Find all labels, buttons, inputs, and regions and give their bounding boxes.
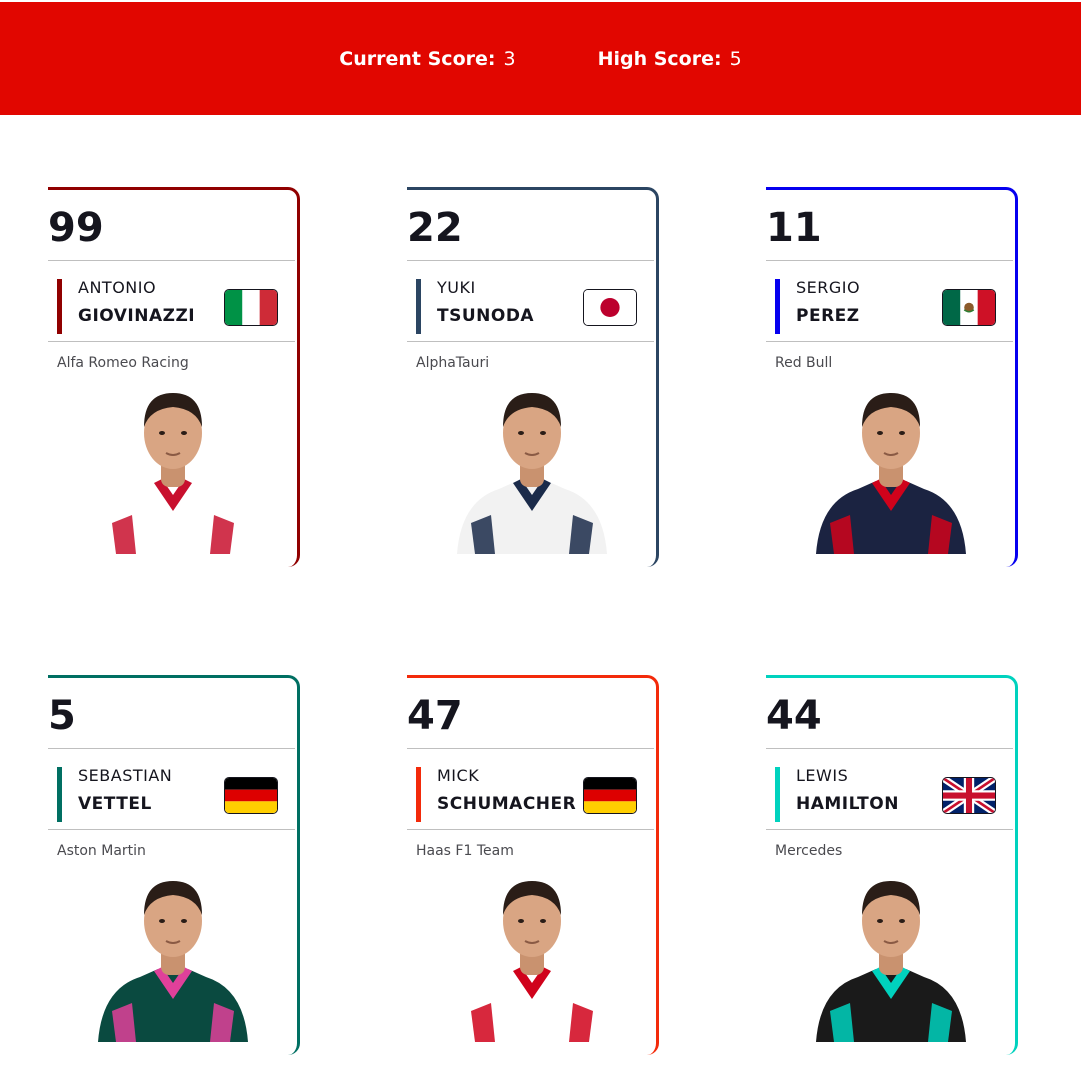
driver-first-name: YUKI — [437, 278, 476, 297]
driver-last-name: HAMILTON — [796, 794, 899, 814]
divider — [407, 748, 654, 749]
driver-number: 11 — [766, 205, 822, 251]
flag-mexico-icon — [942, 289, 996, 326]
driver-last-name: GIOVINAZZI — [78, 306, 196, 326]
driver-first-name: ANTONIO — [78, 278, 157, 297]
team-name: Red Bull — [775, 355, 833, 371]
driver-photo — [48, 383, 297, 554]
divider — [48, 341, 295, 342]
driver-first-name: SEBASTIAN — [78, 766, 173, 785]
flag-germany-icon — [583, 777, 637, 814]
team-color-bar — [57, 767, 62, 822]
driver-first-name: MICK — [437, 766, 480, 785]
high-score-value: 5 — [729, 47, 742, 70]
driver-photo — [766, 871, 1015, 1042]
team-color-bar — [775, 767, 780, 822]
driver-photo — [407, 383, 656, 554]
driver-number: 22 — [407, 205, 463, 251]
flag-germany-icon — [224, 777, 278, 814]
driver-number: 99 — [48, 205, 104, 251]
divider — [766, 260, 1013, 261]
divider — [48, 748, 295, 749]
team-color-bar — [416, 279, 421, 334]
team-name: Haas F1 Team — [416, 843, 514, 859]
team-color-bar — [57, 279, 62, 334]
divider — [766, 829, 1013, 830]
current-score-label: Current Score: — [339, 47, 496, 70]
flag-japan-icon — [583, 289, 637, 326]
team-color-bar — [775, 279, 780, 334]
current-score: Current Score: 3 — [339, 48, 515, 70]
driver-card[interactable]: 47 MICK SCHUMACHER Haas F1 Team — [407, 675, 659, 1055]
driver-photo — [407, 871, 656, 1042]
driver-number: 5 — [48, 693, 76, 739]
driver-last-name: TSUNODA — [437, 306, 535, 326]
driver-last-name: PEREZ — [796, 306, 860, 326]
driver-first-name: LEWIS — [796, 766, 849, 785]
divider — [766, 748, 1013, 749]
driver-number: 44 — [766, 693, 822, 739]
driver-card[interactable]: 5 SEBASTIAN VETTEL Aston Martin — [48, 675, 300, 1055]
driver-last-name: SCHUMACHER — [437, 794, 577, 814]
score-header: Current Score: 3 High Score: 5 — [0, 2, 1081, 115]
driver-card[interactable]: 44 LEWIS HAMILTON Mercedes — [766, 675, 1018, 1055]
driver-last-name: VETTEL — [78, 794, 152, 814]
divider — [407, 341, 654, 342]
high-score-label: High Score: — [597, 47, 722, 70]
driver-card[interactable]: 22 YUKI TSUNODA AlphaTauri — [407, 187, 659, 567]
driver-photo — [766, 383, 1015, 554]
team-name: AlphaTauri — [416, 355, 490, 371]
driver-card[interactable]: 11 SERGIO PEREZ Red Bull — [766, 187, 1018, 567]
team-name: Mercedes — [775, 843, 843, 859]
driver-first-name: SERGIO — [796, 278, 861, 297]
divider — [766, 341, 1013, 342]
driver-number: 47 — [407, 693, 463, 739]
current-score-value: 3 — [503, 47, 516, 70]
driver-photo — [48, 871, 297, 1042]
divider — [48, 829, 295, 830]
divider — [407, 829, 654, 830]
team-name: Aston Martin — [57, 843, 146, 859]
driver-card[interactable]: 99 ANTONIO GIOVINAZZI Alfa Romeo Racing — [48, 187, 300, 567]
flag-uk-icon — [942, 777, 996, 814]
divider — [407, 260, 654, 261]
team-name: Alfa Romeo Racing — [57, 355, 189, 371]
divider — [48, 260, 295, 261]
high-score: High Score: 5 — [598, 48, 742, 70]
team-color-bar — [416, 767, 421, 822]
flag-italy-icon — [224, 289, 278, 326]
